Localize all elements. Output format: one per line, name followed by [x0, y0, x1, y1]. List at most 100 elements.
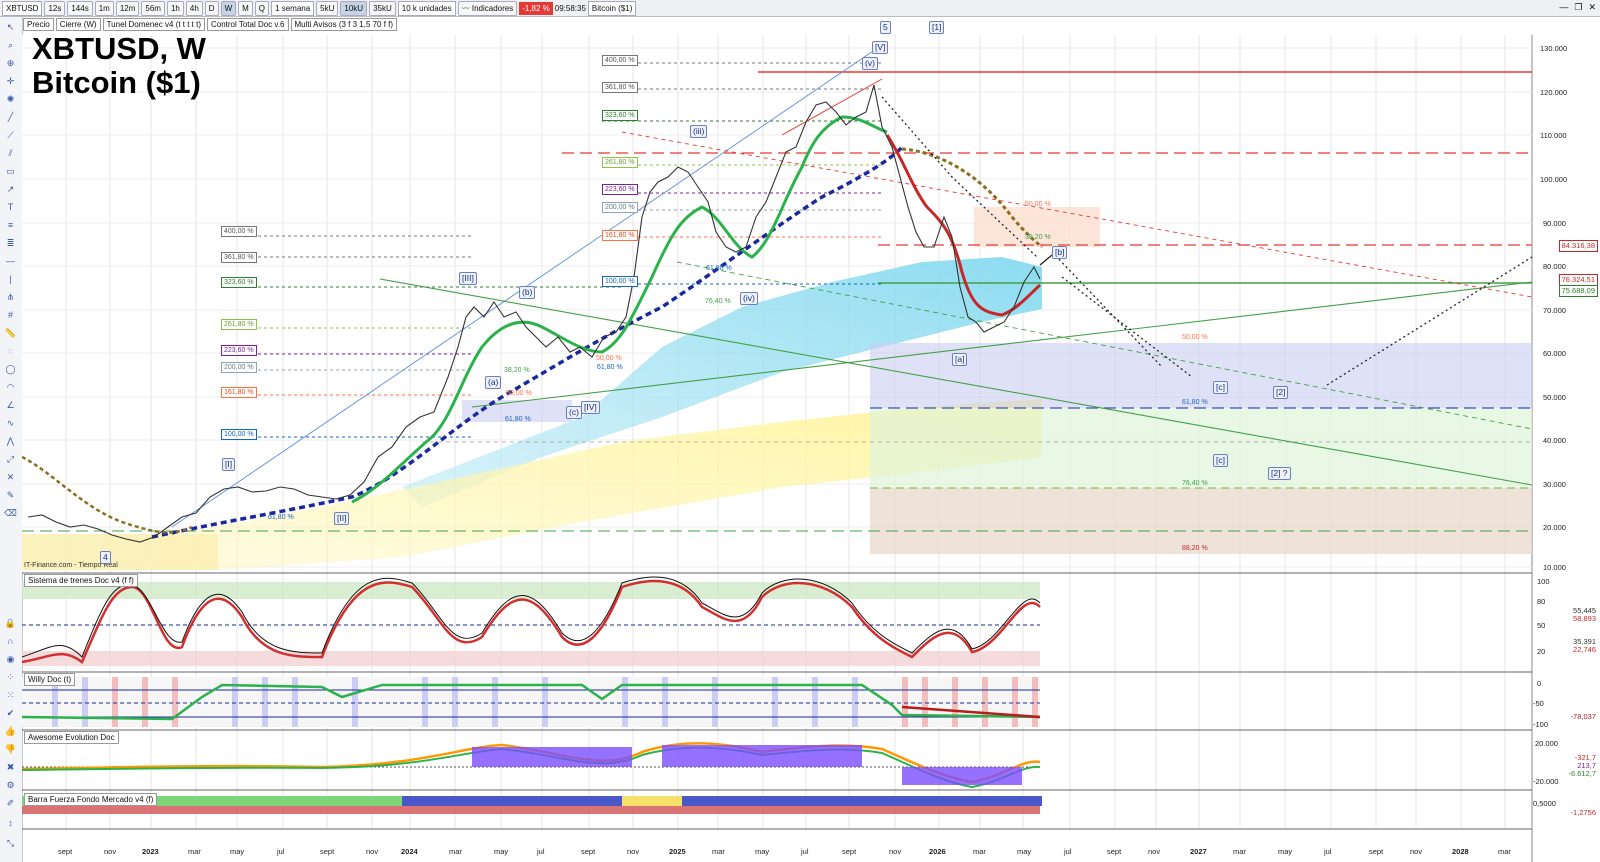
interval-144s[interactable]: 144s [67, 0, 93, 16]
fib-label: 323,60 % [221, 277, 257, 288]
fibonacci-icon[interactable]: ≡ [4, 219, 17, 231]
wave-label[interactable]: 5 [880, 21, 891, 34]
eye-icon[interactable]: ◉ [4, 653, 17, 665]
close-icon[interactable]: ✕ [1588, 2, 1596, 13]
thumbs-down-icon[interactable]: 👎 [4, 743, 17, 755]
zoom-icon[interactable]: ⌕ [4, 39, 17, 51]
text-icon[interactable]: T [4, 201, 17, 213]
pitchfork-icon[interactable]: ⋔ [4, 291, 17, 303]
wave-label[interactable]: [2] ? [1268, 467, 1291, 480]
panel-label-willy[interactable]: Willy Doc (t) [24, 673, 76, 686]
lightbulb-icon[interactable]: ✺ [4, 93, 17, 105]
wave-icon[interactable]: ∿ [4, 417, 17, 429]
brush-icon[interactable]: ✎ [4, 489, 17, 501]
check-icon[interactable]: ✔ [4, 707, 17, 719]
interval-12m[interactable]: 12m [115, 0, 140, 16]
cursor-icon[interactable]: ↖ [4, 21, 17, 33]
units-selector[interactable]: 10 k unidades [397, 0, 456, 16]
horizontal-line-icon[interactable]: — [4, 255, 17, 267]
legend-price[interactable]: Precio [23, 18, 54, 31]
vertical-line-icon[interactable]: | [4, 273, 17, 285]
legend-close[interactable]: Cierre (W) [55, 18, 101, 31]
gann-icon[interactable]: ✕ [4, 471, 17, 483]
retrace-label: 61,80 % [706, 265, 732, 272]
trash-icon[interactable]: ✖ [4, 761, 17, 773]
zoom-area-icon[interactable]: ⊕ [4, 57, 17, 69]
time-tick: may [494, 847, 509, 856]
ruler-icon[interactable]: 📏 [4, 327, 17, 339]
wave-label[interactable]: (b) [519, 286, 536, 299]
interval-12s[interactable]: 12s [44, 0, 66, 16]
interval-56m[interactable]: 56m [141, 0, 165, 16]
projection-icon[interactable]: ⤢ [4, 453, 17, 465]
cycle-icon[interactable]: ◌ [4, 345, 17, 357]
settings-icon[interactable]: ⚙ [4, 779, 17, 791]
interval-w[interactable]: W [220, 0, 237, 16]
wave-label[interactable]: (v) [862, 57, 878, 70]
ray-icon[interactable]: ⟋ [4, 129, 17, 141]
wave-label[interactable]: [I] [222, 458, 236, 471]
wave-label[interactable]: [a] [952, 353, 968, 366]
dots-icon[interactable]: ⁘ [4, 671, 17, 683]
minimize-icon[interactable]: — [1559, 2, 1568, 13]
time-tick: sept [320, 847, 335, 856]
wave-label[interactable]: [c] [1213, 381, 1228, 394]
panel-label-trenes[interactable]: Sistema de trenes Doc v4 (f f) [24, 574, 138, 587]
pencil-icon[interactable]: ✐ [4, 797, 17, 809]
legend-tunel[interactable]: Tunel Domenec v4 (t t t t t) [102, 18, 205, 31]
magnet-icon[interactable]: ∩ [4, 635, 17, 647]
restore-icon[interactable]: ❐ [1574, 2, 1582, 13]
indicators-button[interactable]: 〰 Indicadores [457, 0, 518, 16]
unit-35k[interactable]: 35kU [369, 0, 396, 16]
wave-label[interactable]: [1] [929, 21, 945, 34]
arc-icon[interactable]: ◠ [4, 381, 17, 393]
interval-q[interactable]: Q [254, 0, 270, 16]
unit-5k[interactable]: 5kU [316, 0, 339, 16]
unit-10k[interactable]: 10kU [340, 0, 368, 16]
wave-label[interactable]: 4 [100, 551, 111, 564]
interval-1h[interactable]: 1h [166, 0, 184, 16]
interval-4h[interactable]: 4h [185, 0, 203, 16]
wave-label[interactable]: [V] [872, 41, 889, 54]
scatter-icon[interactable]: ⁙ [4, 689, 17, 701]
rectangle-icon[interactable]: ▭ [4, 165, 17, 177]
crosshair-icon[interactable]: ✛ [4, 75, 17, 87]
wave-label[interactable]: [II] [334, 512, 350, 525]
elliott-icon[interactable]: ⋀ [4, 435, 17, 447]
legend-control[interactable]: Control Total Doc v.6 [206, 18, 289, 31]
wave-label[interactable]: [b] [1052, 246, 1068, 259]
grid-icon[interactable]: # [4, 309, 17, 321]
wave-label[interactable]: [c] [1213, 454, 1228, 467]
thumbs-up-icon[interactable]: 👍 [4, 725, 17, 737]
panel-label-awesome[interactable]: Awesome Evolution Doc [24, 731, 119, 744]
wave-label[interactable]: [III] [459, 272, 477, 285]
interval-m[interactable]: M [238, 0, 253, 16]
time-tick: jul [537, 847, 545, 856]
retrace-label: 61,80 % [268, 514, 294, 521]
eraser-icon[interactable]: ⌫ [4, 507, 17, 519]
fib-label: 200,00 % [602, 202, 638, 213]
legend-multi[interactable]: Multi Avisos (3 f 3 1,5 70 f f) [290, 18, 398, 31]
price-chart[interactable] [22, 17, 1600, 862]
wave-label[interactable]: (iii) [690, 125, 708, 138]
interval-d[interactable]: D [204, 0, 219, 16]
resize-icon[interactable]: ⤡ [4, 837, 17, 849]
arrows-icon[interactable]: ↕ [4, 817, 17, 829]
ellipse-icon[interactable]: ◯ [4, 363, 17, 375]
wave-label[interactable]: (a) [485, 376, 502, 389]
trendline-icon[interactable]: ╱ [4, 111, 17, 123]
lock-icon[interactable]: 🔒 [4, 617, 17, 629]
panel-label-barra[interactable]: Barra Fuerza Fondo Mercado v4 (f) [24, 793, 158, 806]
fib-extension-icon[interactable]: ≣ [4, 237, 17, 249]
angle-icon[interactable]: ∠ [4, 399, 17, 411]
arrow-icon[interactable]: ↗ [4, 183, 17, 195]
osc-value: 22,746 [1573, 645, 1596, 654]
interval-1m[interactable]: 1m [94, 0, 114, 16]
channel-icon[interactable]: ⫽ [4, 147, 17, 159]
range-selector[interactable]: 1 semana [271, 0, 315, 16]
wave-label[interactable]: (iv) [740, 292, 758, 305]
symbol-selector[interactable]: XBTUSD [2, 0, 43, 16]
wave-label[interactable]: (c) [566, 406, 582, 419]
wave-label[interactable]: [IV] [581, 401, 600, 414]
wave-label[interactable]: [2] [1273, 386, 1289, 399]
